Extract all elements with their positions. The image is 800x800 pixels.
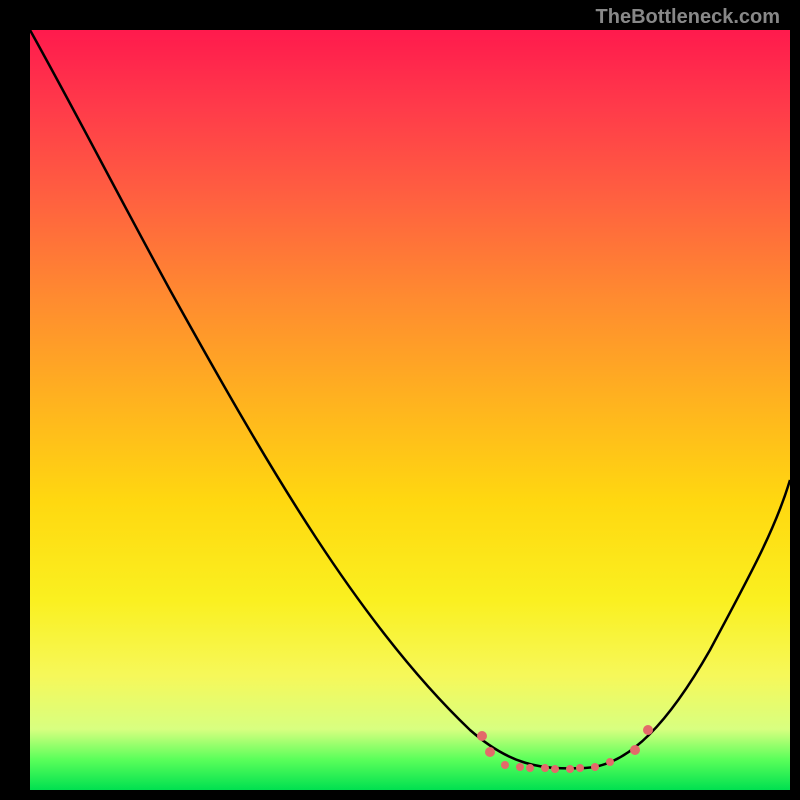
highlight-dot (591, 763, 599, 771)
highlight-dot (485, 747, 495, 757)
curve-svg (30, 30, 790, 790)
highlight-dot (477, 731, 487, 741)
dots-group (477, 725, 653, 773)
highlight-dot (630, 745, 640, 755)
curve-path (30, 30, 790, 768)
highlight-dot (501, 761, 509, 769)
highlight-dot (576, 764, 584, 772)
plot-area (30, 30, 790, 790)
highlight-dot (541, 764, 549, 772)
highlight-dot (606, 758, 614, 766)
highlight-dot (551, 765, 559, 773)
highlight-dot (516, 763, 524, 771)
highlight-dot (643, 725, 653, 735)
watermark-text: TheBottleneck.com (596, 6, 780, 29)
highlight-dot (526, 764, 534, 772)
highlight-dot (566, 765, 574, 773)
chart-container: TheBottleneck.com (0, 0, 800, 800)
